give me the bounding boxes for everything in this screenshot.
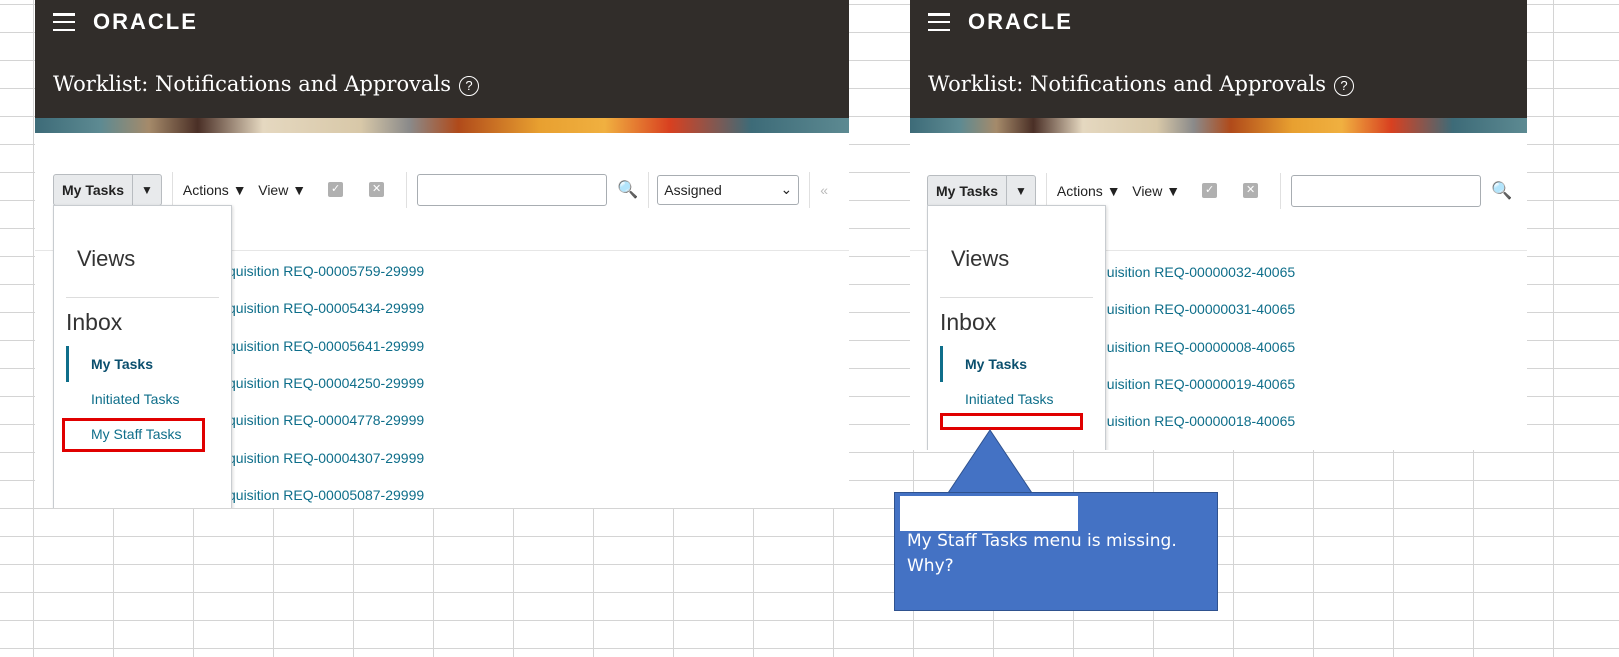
redacted-box (900, 496, 1078, 531)
task-link[interactable]: quisition REQ-00000018-40065 (1099, 413, 1295, 429)
views-heading: Views (951, 246, 1010, 271)
task-link[interactable]: quisition REQ-00000019-40065 (1099, 376, 1295, 392)
approve-icon[interactable]: ✓ (1202, 183, 1218, 198)
page-title: Worklist: Notifications and Approvals? (53, 72, 479, 96)
divider (66, 297, 219, 298)
reject-icon[interactable]: ✕ (1243, 183, 1259, 198)
my-tasks-dropdown[interactable]: My Tasks ▼ (53, 173, 162, 206)
help-icon[interactable]: ? (458, 75, 479, 96)
oracle-logo: ORACLE (968, 9, 1073, 34)
right-screenshot: ORACLE Worklist: Notifications and Appro… (910, 0, 1527, 450)
chevron-down-icon[interactable]: ▼ (132, 174, 161, 205)
divider (940, 297, 1093, 298)
actions-label: Actions (182, 181, 229, 198)
collapse-icon[interactable]: « (820, 182, 828, 198)
chevron-down-icon: ⌄ (780, 181, 793, 197)
task-link[interactable]: quisition REQ-00005641-29999 (228, 338, 424, 354)
status-select-value: Assigned (664, 181, 722, 198)
approve-icon[interactable]: ✓ (328, 182, 344, 197)
decorative-banner (910, 118, 1527, 133)
actions-menu[interactable]: Actions ▼ (1057, 183, 1121, 199)
actions-menu[interactable]: Actions ▼ (183, 182, 247, 198)
callout-box: My Staff Tasks menu is missing. Why? (894, 492, 1218, 611)
menu-item-initiated-tasks[interactable]: Initiated Tasks (91, 391, 179, 407)
divider (171, 171, 173, 208)
highlight-box (62, 418, 205, 452)
inbox-heading: Inbox (66, 309, 123, 335)
task-link[interactable]: quisition REQ-00004778-29999 (228, 412, 424, 428)
selected-indicator (940, 346, 943, 382)
task-link[interactable]: quisition REQ-00005087-29999 (228, 487, 424, 503)
help-icon[interactable]: ? (1333, 75, 1354, 96)
task-link[interactable]: quisition REQ-00005759-29999 (228, 263, 424, 279)
task-link[interactable]: quisition REQ-00000008-40065 (1099, 339, 1295, 355)
divider (648, 171, 650, 208)
inbox-heading: Inbox (940, 309, 997, 335)
toolbar: My Tasks ▼ Actions ▼ View ▼ ✓ ✕ 🔍 Assigne… (53, 171, 828, 208)
decorative-banner (35, 118, 849, 133)
view-label: View (1132, 182, 1163, 199)
divider (1280, 172, 1282, 209)
app-header: ORACLE Worklist: Notifications and Appro… (35, 0, 849, 118)
view-label: View (258, 181, 289, 198)
view-menu[interactable]: View ▼ (258, 182, 306, 198)
hamburger-menu-icon[interactable] (928, 13, 950, 31)
menu-item-my-tasks[interactable]: My Tasks (91, 356, 153, 372)
chevron-down-icon[interactable]: ▼ (1006, 175, 1035, 206)
callout-text: My Staff Tasks menu is missing. Why? (907, 531, 1177, 576)
views-dropdown-menu: Views Inbox My Tasks Initiated Tasks My … (53, 205, 232, 508)
page-title: Worklist: Notifications and Approvals? (928, 72, 1354, 96)
task-link[interactable]: quisition REQ-00004307-29999 (228, 450, 424, 466)
hamburger-menu-icon[interactable] (53, 13, 75, 31)
selected-indicator (66, 346, 69, 382)
menu-item-initiated-tasks[interactable]: Initiated Tasks (965, 391, 1053, 407)
my-tasks-label: My Tasks (936, 182, 998, 199)
search-input[interactable] (1291, 174, 1482, 207)
left-screenshot: ORACLE Worklist: Notifications and Appro… (35, 0, 849, 508)
my-tasks-dropdown[interactable]: My Tasks ▼ (927, 174, 1036, 207)
divider (1045, 172, 1047, 209)
actions-label: Actions (1056, 182, 1103, 199)
reject-icon[interactable]: ✕ (369, 182, 385, 197)
app-header: ORACLE Worklist: Notifications and Appro… (910, 0, 1527, 118)
callout-pointer (947, 429, 1033, 494)
toolbar: My Tasks ▼ Actions ▼ View ▼ ✓ ✕ 🔍 (927, 172, 1522, 209)
status-select[interactable]: Assigned ⌄ (657, 174, 800, 205)
search-icon[interactable]: 🔍 (1491, 181, 1512, 201)
search-input[interactable] (417, 173, 608, 206)
task-link[interactable]: quisition REQ-00000031-40065 (1099, 301, 1295, 317)
menu-item-my-tasks[interactable]: My Tasks (965, 356, 1027, 372)
view-menu[interactable]: View ▼ (1132, 183, 1180, 199)
task-link[interactable]: quisition REQ-00000032-40065 (1099, 264, 1295, 280)
divider (809, 171, 811, 208)
task-link[interactable]: quisition REQ-00005434-29999 (228, 300, 424, 316)
oracle-logo: ORACLE (93, 9, 198, 34)
page-title-text: Worklist: Notifications and Approvals (928, 72, 1326, 96)
divider (406, 171, 408, 208)
my-tasks-label: My Tasks (62, 181, 124, 198)
search-icon[interactable]: 🔍 (617, 180, 638, 200)
page-title-text: Worklist: Notifications and Approvals (53, 72, 451, 96)
task-link[interactable]: quisition REQ-00004250-29999 (228, 375, 424, 391)
views-heading: Views (77, 246, 136, 271)
